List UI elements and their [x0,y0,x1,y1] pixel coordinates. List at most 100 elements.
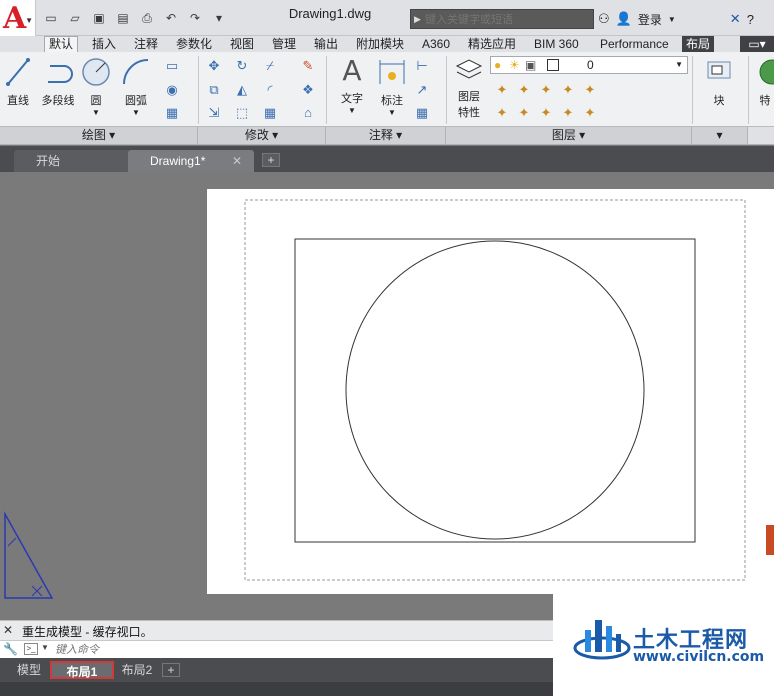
user-icon[interactable]: 👤 [616,11,632,27]
trim-icon[interactable]: ⌿ [262,58,278,74]
tab-drawing1[interactable]: Drawing1* ✕ [128,150,254,172]
application-menu-button[interactable]: A ▼ [0,0,36,36]
expand-icon[interactable]: ▶ [414,14,421,25]
dimension-tool[interactable]: 标注 ▼ [374,56,410,117]
close-icon[interactable]: ✕ [3,623,13,637]
command-line[interactable]: 🔧 >_ ▼ [0,640,553,658]
tab-view[interactable]: 视图 [226,36,258,52]
command-input[interactable] [55,642,355,657]
tab-performance[interactable]: Performance [596,36,673,52]
tab-bim360[interactable]: BIM 360 [530,36,583,52]
drawing-canvas[interactable] [207,189,774,594]
circle-tool[interactable]: 圆 ▼ [80,56,112,117]
mirror-icon[interactable]: ◭ [234,82,250,98]
tab-default[interactable]: 默认 [44,36,79,52]
region-icon[interactable]: ▦ [164,105,180,121]
layer-off-icon[interactable]: ✦ [494,82,510,98]
tab-insert[interactable]: 插入 [88,36,120,52]
tab-parametric[interactable]: 参数化 [172,36,216,52]
panel-layers[interactable]: 图层 ▾ [446,127,692,144]
close-icon[interactable]: ✕ [232,150,242,172]
text-tool[interactable]: A 文字 ▼ [334,54,370,115]
panel-modify[interactable]: 修改 ▾ [198,127,326,144]
rectangle-icon[interactable]: ▭ [164,58,180,74]
search-box[interactable]: ▶ [410,9,594,29]
arc-tool[interactable]: 圆弧 ▼ [118,56,154,117]
layer-freeze-icon[interactable]: ✦ [538,82,554,98]
copy-icon[interactable]: ⧉ [206,82,222,98]
layer-on-icon[interactable]: ✦ [494,105,510,121]
line-label: 直线 [7,95,29,107]
chevron-down-icon[interactable]: ▼ [374,108,410,117]
search-input[interactable] [425,12,591,27]
viewport-rectangle[interactable] [294,238,696,543]
layer-thaw-icon[interactable]: ✦ [538,105,554,121]
explode-icon[interactable]: ❖ [300,82,316,98]
chevron-down-icon[interactable]: ▼ [80,108,112,117]
panel-block[interactable]: ▾ [692,127,748,144]
panel-draw[interactable]: 绘图 ▾ [0,127,198,144]
open-icon[interactable]: ▱ [64,8,86,28]
panel-annotation[interactable]: 注释 ▾ [326,127,446,144]
tab-model[interactable]: 模型 [8,661,50,679]
undo-icon[interactable]: ↶ [160,8,182,28]
binoculars-icon[interactable]: ⚇ [598,11,610,27]
prompt-icon[interactable]: >_ [24,643,38,655]
table-icon[interactable]: ▦ [414,105,430,121]
layer-properties-tool[interactable]: 图层 特性 [452,56,486,120]
chevron-down-icon[interactable]: ▼ [334,106,370,115]
new-layout-button[interactable]: + [162,663,180,677]
layer-isolate-icon[interactable]: ✦ [516,82,532,98]
layer-lock-icon[interactable]: ✦ [560,82,576,98]
leader-icon[interactable]: ↗ [414,82,430,98]
line-tool[interactable]: 直线 [4,56,32,108]
circle-entity[interactable] [345,240,645,540]
layer-unlock-icon[interactable]: ✦ [560,105,576,121]
exchange-icon[interactable]: ✕ [730,11,741,27]
polyline-tool[interactable]: 多段线 [38,56,78,108]
tab-addins[interactable]: 附加模块 [352,36,408,52]
printable-area-border [244,199,746,581]
layer-dropdown[interactable]: ● ☀ ▣ 0 ▼ [490,56,688,74]
layer-previous-icon[interactable]: ✦ [582,105,598,121]
login-button[interactable]: 登录 [638,11,662,28]
tab-output[interactable]: 输出 [310,36,342,52]
tab-a360[interactable]: A360 [418,36,454,52]
offset-icon[interactable]: ⌂ [300,105,316,121]
tab-layout1[interactable]: 布局1 [50,661,114,679]
saveas-icon[interactable]: ▤ [112,8,134,28]
tab-annotate[interactable]: 注释 [130,36,162,52]
hatch-icon[interactable]: ◉ [164,82,180,98]
layer-match-icon[interactable]: ✦ [582,82,598,98]
save-icon[interactable]: ▣ [88,8,110,28]
array-icon[interactable]: ▦ [262,105,278,121]
fillet-icon[interactable]: ◜ [262,82,278,98]
chevron-down-icon[interactable]: ▼ [118,108,154,117]
customize-icon[interactable]: ▾ [208,8,230,28]
scale-icon[interactable]: ⬚ [234,105,250,121]
move-icon[interactable]: ✥ [206,58,222,74]
tab-layout2[interactable]: 布局2 [116,661,158,679]
wrench-icon[interactable]: 🔧 [3,642,18,656]
block-tool[interactable]: 块 [700,56,738,108]
new-icon[interactable]: ▭ [40,8,62,28]
layout-tab-bar: 模型 布局1 布局2 + [0,658,553,682]
tab-layout[interactable]: 布局 [682,36,715,52]
erase-icon[interactable]: ✎ [300,58,316,74]
chevron-down-icon[interactable]: ▼ [41,643,49,652]
tab-start[interactable]: 开始 [14,150,134,172]
tab-manage[interactable]: 管理 [268,36,300,52]
ribbon-options-icon[interactable]: ▭▾ [740,36,774,52]
layer-unisolate-icon[interactable]: ✦ [516,105,532,121]
properties-tool[interactable]: 特 [756,56,774,108]
rotate-icon[interactable]: ↻ [234,58,250,74]
linear-dim-icon[interactable]: ⊢ [414,58,430,74]
tab-featured-apps[interactable]: 精选应用 [464,36,520,52]
chevron-down-icon[interactable]: ▼ [668,15,676,24]
new-tab-button[interactable]: + [262,153,280,167]
help-icon[interactable]: ? [747,12,754,27]
redo-icon[interactable]: ↷ [184,8,206,28]
plot-icon[interactable]: ⎙ [136,8,158,28]
stretch-icon[interactable]: ⇲ [206,105,222,121]
properties-icon [759,59,774,85]
